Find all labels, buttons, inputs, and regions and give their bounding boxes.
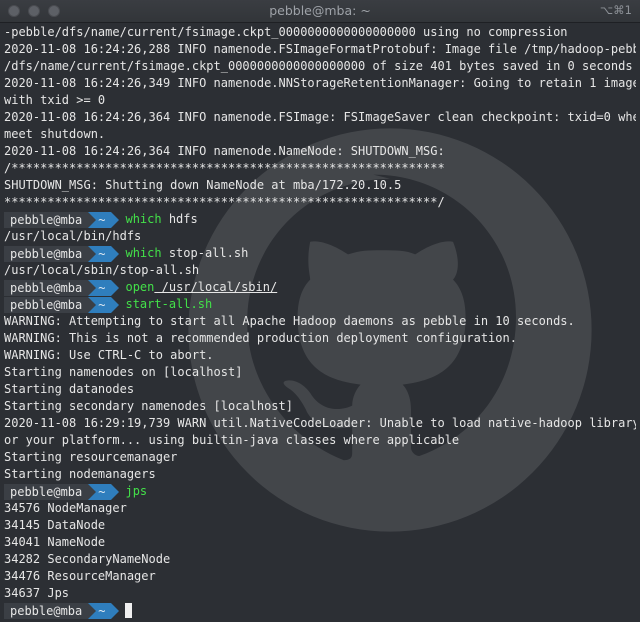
output-line: Starting datanodes xyxy=(4,382,135,396)
title-bar: pebble@mba: ~ ⌥⌘1 xyxy=(0,0,640,23)
command-argument[interactable]: /usr/local/sbin/ xyxy=(154,279,278,296)
prompt-line: pebble@mba ~ xyxy=(4,602,636,619)
terminal-output[interactable]: -pebble/dfs/name/current/fsimage.ckpt_00… xyxy=(4,24,636,619)
output-line: with txid >= 0 xyxy=(4,93,106,107)
output-line: 2020-11-08 16:29:19,739 WARN util.Native… xyxy=(4,416,636,430)
output-line: WARNING: Attempting to start all Apache … xyxy=(4,314,575,328)
output-line: -pebble/dfs/name/current/fsimage.ckpt_00… xyxy=(4,25,568,39)
output-line: 2020-11-08 16:24:26,364 INFO namenode.Na… xyxy=(4,144,445,158)
output-line: Starting secondary namenodes [localhost] xyxy=(4,399,293,413)
output-line: 2020-11-08 16:24:26,364 INFO namenode.FS… xyxy=(4,110,636,124)
output-line: SHUTDOWN_MSG: Shutting down NameNode at … xyxy=(4,178,402,192)
output-line: 34145 DataNode xyxy=(4,518,106,532)
text-cursor xyxy=(125,603,133,618)
output-line: 34576 NodeManager xyxy=(4,501,127,515)
output-line: meet shutdown. xyxy=(4,127,106,141)
output-line: 34637 Jps xyxy=(4,586,70,600)
prompt-user: pebble@mba xyxy=(4,279,97,296)
prompt-user: pebble@mba xyxy=(4,483,97,500)
prompt-user: pebble@mba xyxy=(4,296,97,313)
output-line: Starting resourcemanager xyxy=(4,450,178,464)
output-line: 34476 ResourceManager xyxy=(4,569,156,583)
output-line: /usr/local/sbin/stop-all.sh xyxy=(4,263,200,277)
output-line: 34282 SecondaryNameNode xyxy=(4,552,171,566)
window-title: pebble@mba: ~ xyxy=(269,3,371,18)
prompt-user: pebble@mba xyxy=(4,245,97,262)
output-line: Starting nodemanagers xyxy=(4,467,156,481)
prompt-user: pebble@mba xyxy=(4,211,97,228)
output-line: WARNING: This is not a recommended produ… xyxy=(4,331,517,345)
prompt-line: pebble@mba ~ start-all.sh xyxy=(4,296,636,313)
command-argument: hdfs xyxy=(161,212,198,226)
command-name: which xyxy=(125,212,162,226)
output-line: 34041 NameNode xyxy=(4,535,106,549)
output-line: 2020-11-08 16:24:26,349 INFO namenode.NN… xyxy=(4,76,636,90)
command-argument: stop-all.sh xyxy=(161,246,249,260)
window-shortcut: ⌥⌘1 xyxy=(599,3,632,17)
output-line: /***************************************… xyxy=(4,161,445,175)
output-line: /usr/local/bin/hdfs xyxy=(4,229,142,243)
output-line: /dfs/name/current/fsimage.ckpt_000000000… xyxy=(4,59,636,73)
prompt-line: pebble@mba ~ jps xyxy=(4,483,636,500)
command-name: jps xyxy=(125,484,148,498)
output-line: or your platform... using builtin-java c… xyxy=(4,433,460,447)
command-name: start-all.sh xyxy=(125,297,213,311)
output-line: ****************************************… xyxy=(4,195,445,209)
prompt-line: pebble@mba ~ open /usr/local/sbin/ xyxy=(4,279,636,296)
prompt-user: pebble@mba xyxy=(4,602,97,619)
command-name: open xyxy=(125,280,155,294)
terminal-window: pebble@mba: ~ ⌥⌘1 -pebble/dfs/name/curre… xyxy=(0,0,640,622)
prompt-line: pebble@mba ~ which hdfs xyxy=(4,211,636,228)
output-line: WARNING: Use CTRL-C to abort. xyxy=(4,348,214,362)
command-name: which xyxy=(125,246,162,260)
prompt-line: pebble@mba ~ which stop-all.sh xyxy=(4,245,636,262)
output-line: 2020-11-08 16:24:26,288 INFO namenode.FS… xyxy=(4,42,636,56)
output-line: Starting namenodes on [localhost] xyxy=(4,365,243,379)
